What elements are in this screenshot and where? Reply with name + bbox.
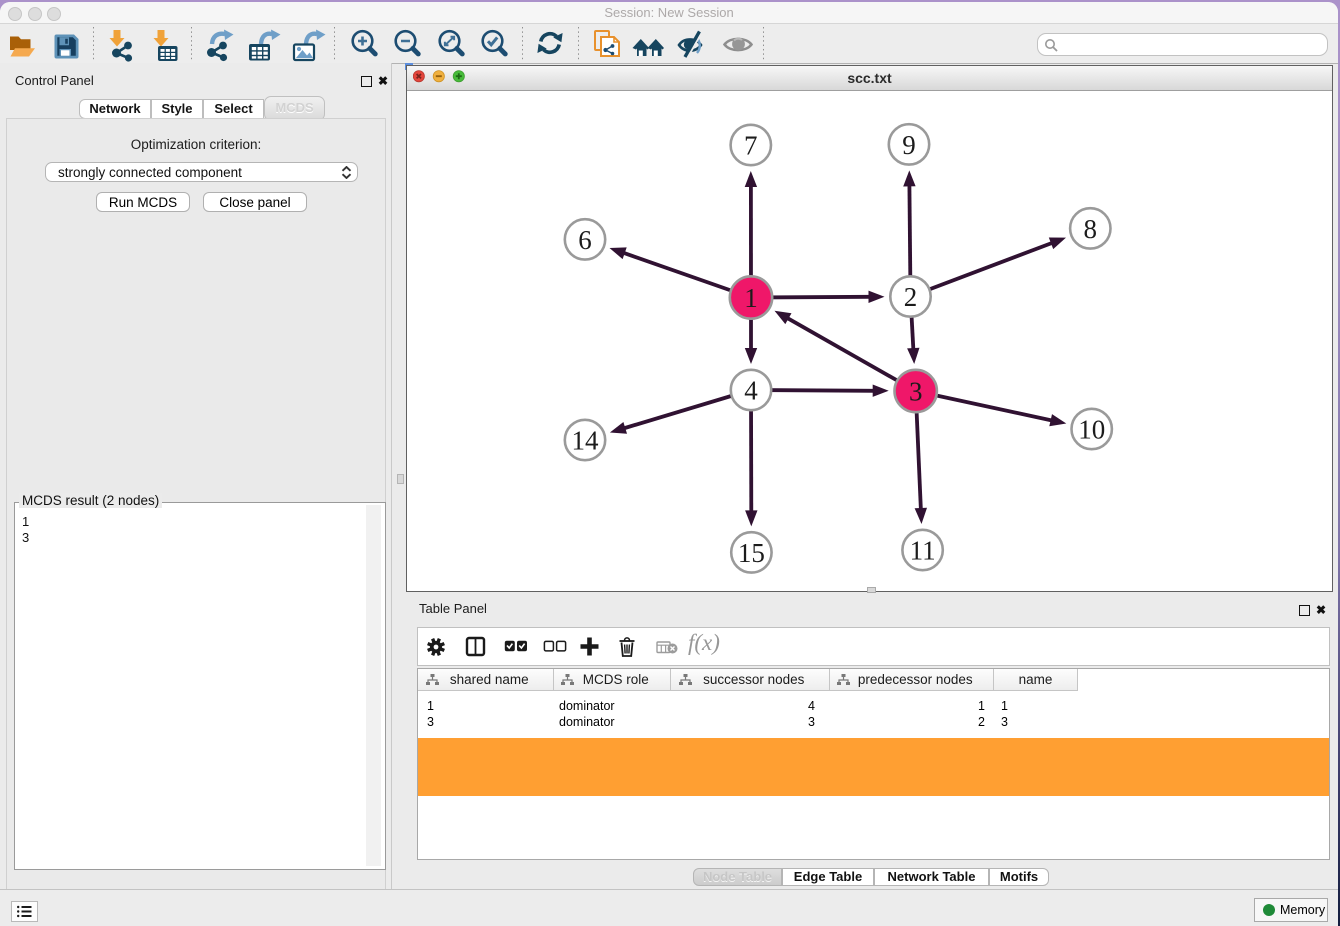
svg-text:10: 10 [1078,415,1105,445]
svg-text:6: 6 [578,225,592,255]
svg-text:1: 1 [744,283,758,313]
svg-text:11: 11 [910,536,936,566]
svg-text:2: 2 [904,282,918,312]
svg-text:14: 14 [572,426,600,456]
svg-text:4: 4 [744,376,758,406]
svg-text:9: 9 [902,130,916,160]
svg-text:3: 3 [909,377,923,407]
svg-text:7: 7 [744,131,758,161]
svg-text:8: 8 [1084,214,1098,244]
svg-text:15: 15 [738,538,765,568]
